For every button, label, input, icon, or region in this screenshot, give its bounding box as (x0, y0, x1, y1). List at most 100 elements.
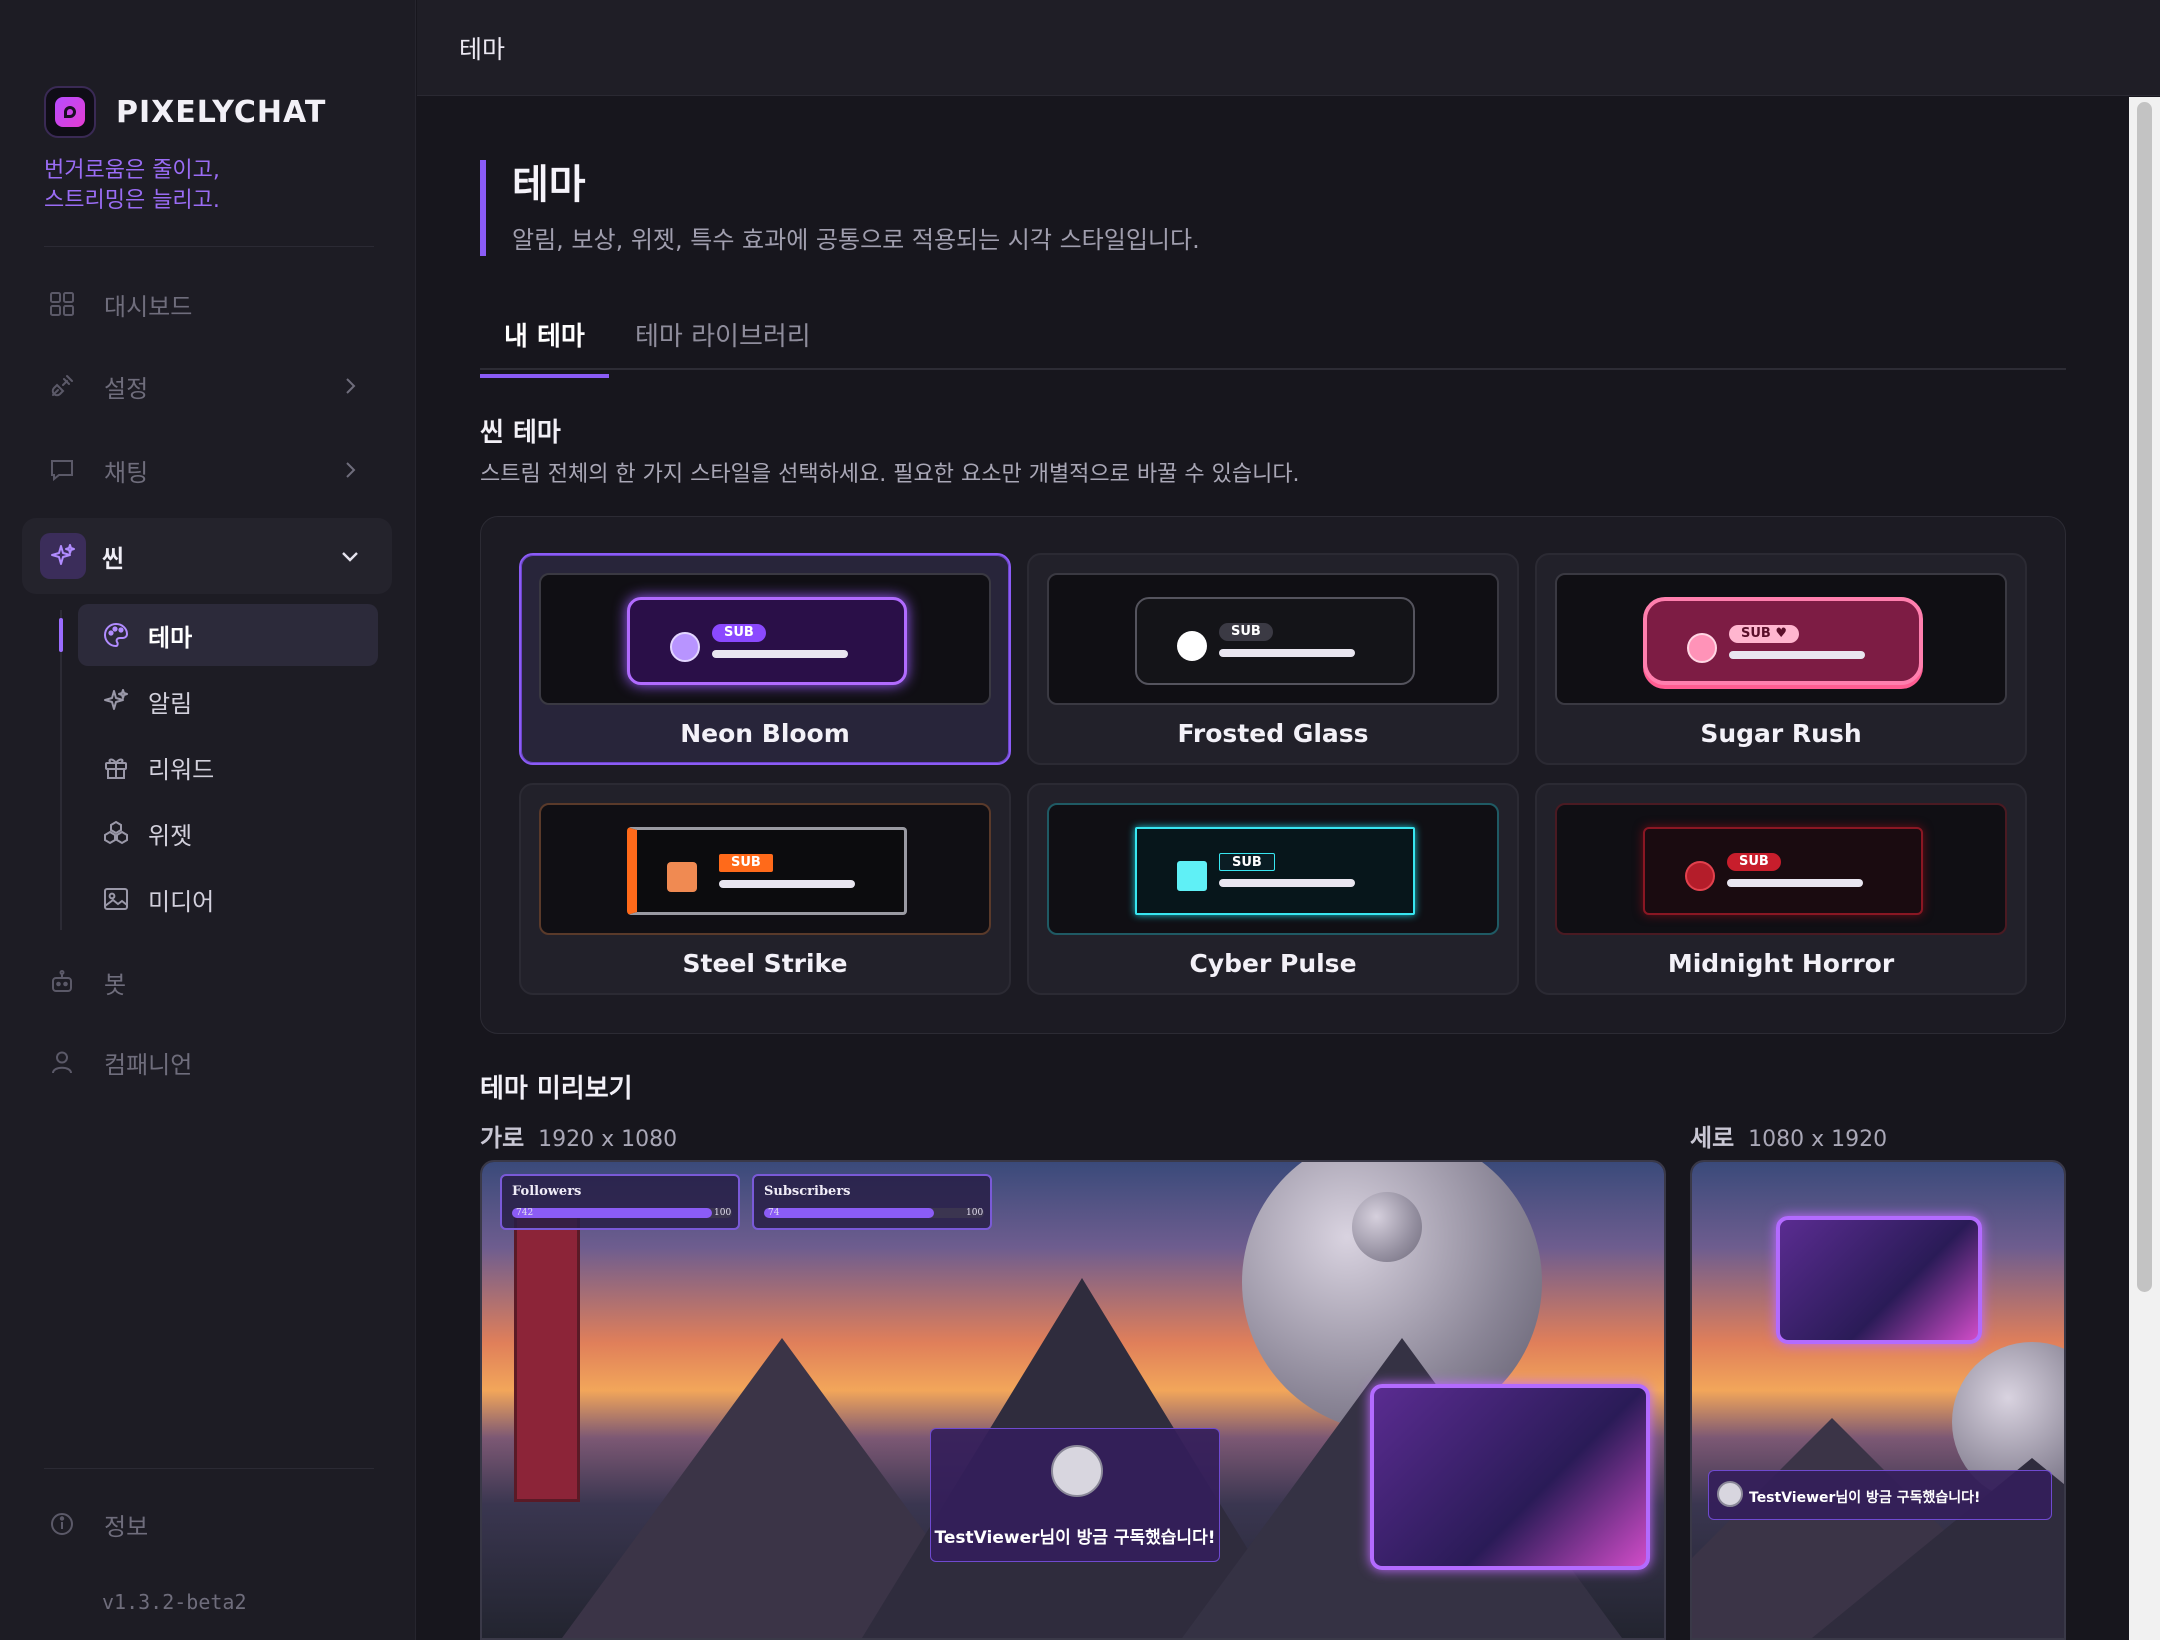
banner-image (514, 1212, 580, 1502)
sidebar-subitem-media[interactable]: 미디어 (78, 868, 378, 930)
portrait-label: 세로 (1690, 1124, 1735, 1152)
moon-image (1352, 1192, 1422, 1262)
subnav-track (60, 610, 62, 930)
robot-icon (42, 962, 82, 1002)
plug-icon (42, 366, 82, 406)
topbar-title: 테마 (459, 35, 506, 64)
progress-bar (1727, 879, 1863, 887)
sidebar-subitem-widgets[interactable]: 위젯 (78, 802, 378, 864)
goal-max: 100 (714, 1208, 732, 1218)
theme-name: Steel Strike (682, 949, 848, 978)
chevron-down-icon (342, 552, 358, 562)
widget-icon (96, 813, 136, 853)
progress-bar (712, 650, 848, 658)
sidebar-item-info[interactable]: 정보 (22, 1492, 392, 1556)
viewer-avatar (1717, 1481, 1743, 1507)
webcam-frame (1370, 1384, 1650, 1570)
chat-bubble-icon (42, 450, 82, 490)
sidebar-item-chat[interactable]: 채팅 (22, 438, 392, 502)
sidebar-item-label: 설정 (104, 374, 149, 403)
sidebar: PIXELYCHAT 번거로움은 줄이고, 스트리밍은 늘리고. 대시보드 설정… (0, 0, 416, 1640)
sidebar-divider (44, 1468, 374, 1469)
sidebar-subitem-rewards[interactable]: 리워드 (78, 736, 378, 798)
landscape-size: 1920 x 1080 (538, 1127, 678, 1152)
goal-current: 74 (768, 1208, 780, 1218)
sub-badge: SUB (712, 624, 766, 642)
theme-preview: SUB (1555, 803, 2007, 935)
theme-preview: SUB (539, 573, 991, 705)
theme-card-frosted-glass[interactable]: SUB Frosted Glass (1027, 553, 1519, 765)
sparkle-icon (40, 533, 86, 579)
gift-icon (96, 747, 136, 787)
sidebar-item-settings[interactable]: 설정 (22, 354, 392, 418)
theme-alert-sample: SUB (627, 827, 907, 915)
theme-alert-sample: SUB ♥ (1643, 597, 1923, 685)
scene-themes-description: 스트림 전체의 한 가지 스타일을 선택하세요. 필요한 요소만 개별적으로 바… (480, 462, 1300, 487)
goal-current: 742 (516, 1208, 534, 1218)
sub-badge: SUB (1727, 853, 1781, 871)
sub-badge: SUB (1219, 623, 1273, 641)
sidebar-subitem-label: 테마 (148, 623, 193, 652)
subscribers-goal-widget: Subscribers 74 100 (752, 1174, 992, 1230)
theme-preview: SUB ♥ (1555, 573, 2007, 705)
theme-card-midnight-horror[interactable]: SUB Midnight Horror (1535, 783, 2027, 995)
followers-goal-widget: Followers 742 100 (500, 1174, 740, 1230)
theme-card-neon-bloom[interactable]: SUB Neon Bloom (519, 553, 1011, 765)
alert-text: TestViewer님이 방금 구독했습니다! (934, 1528, 1216, 1548)
sparkle-icon (96, 681, 136, 721)
progress-bar (1219, 879, 1355, 887)
person-icon (42, 1042, 82, 1082)
app-window: PIXELYCHAT 번거로움은 줄이고, 스트리밍은 늘리고. 대시보드 설정… (0, 0, 2160, 1640)
theme-preview-title: 테마 미리보기 (480, 1074, 633, 1104)
sidebar-item-companion[interactable]: 컴패니언 (22, 1030, 392, 1094)
sidebar-divider (44, 246, 374, 247)
theme-card-steel-strike[interactable]: SUB Steel Strike (519, 783, 1011, 995)
sidebar-item-scene[interactable]: 씬 (22, 518, 392, 594)
theme-name: Sugar Rush (1700, 719, 1862, 748)
theme-name: Midnight Horror (1667, 949, 1895, 978)
scrollbar-thumb[interactable] (2137, 102, 2152, 1292)
theme-card-sugar-rush[interactable]: SUB ♥ Sugar Rush (1535, 553, 2027, 765)
avatar (1685, 861, 1715, 891)
tab-theme-library[interactable]: 테마 라이브러리 (635, 316, 811, 368)
sidebar-item-dashboard[interactable]: 대시보드 (22, 272, 392, 336)
tab-my-themes[interactable]: 내 테마 (480, 316, 609, 378)
scene-themes-title: 씬 테마 (480, 418, 561, 448)
theme-preview: SUB (1047, 573, 1499, 705)
subnav-active-marker (59, 618, 63, 652)
theme-name: Frosted Glass (1177, 719, 1369, 748)
app-version: v1.3.2-beta2 (102, 1590, 247, 1614)
theme-alert-sample: SUB (627, 597, 907, 685)
sidebar-item-label: 컴패니언 (104, 1050, 193, 1079)
avatar (1177, 861, 1207, 891)
landscape-label: 가로 (480, 1124, 525, 1152)
image-icon (96, 879, 136, 919)
theme-preview: SUB (539, 803, 991, 935)
sub-badge: SUB ♥ (1729, 625, 1800, 643)
info-icon (42, 1504, 82, 1544)
landscape-preview-label: 가로 1920 x 1080 (480, 1118, 677, 1153)
theme-card-cyber-pulse[interactable]: SUB Cyber Pulse (1027, 783, 1519, 995)
page-title: 테마 (512, 162, 586, 208)
sidebar-subitem-alerts[interactable]: 알림 (78, 670, 378, 732)
avatar (670, 632, 700, 662)
sidebar-subitem-theme[interactable]: 테마 (78, 604, 378, 666)
scene-themes-panel: SUB Neon Bloom SUB Frosted Glass SUB ♥ S… (480, 516, 2066, 1034)
progress-bar (1729, 651, 1865, 659)
brand-name: PIXELYCHAT (116, 94, 327, 130)
viewer-avatar (1051, 1445, 1103, 1497)
progress-bar (1219, 649, 1355, 657)
alert-text: TestViewer님이 방금 구독했습니다! (1749, 1490, 1981, 1506)
sidebar-item-bot[interactable]: 봇 (22, 950, 392, 1014)
theme-name: Neon Bloom (680, 719, 850, 748)
theme-alert-sample: SUB (1135, 827, 1415, 915)
brand[interactable]: PIXELYCHAT (44, 86, 326, 138)
theme-alert-sample: SUB (1135, 597, 1415, 685)
goal-max: 100 (966, 1208, 984, 1218)
goal-label: Subscribers (764, 1184, 851, 1199)
goal-label: Followers (512, 1184, 582, 1199)
page-header: 테마 알림, 보상, 위젯, 특수 효과에 공통으로 적용되는 시각 스타일입니… (480, 160, 1200, 256)
theme-alert-sample: SUB (1643, 827, 1923, 915)
goal-bar (512, 1208, 712, 1218)
chevron-right-icon (346, 462, 356, 478)
